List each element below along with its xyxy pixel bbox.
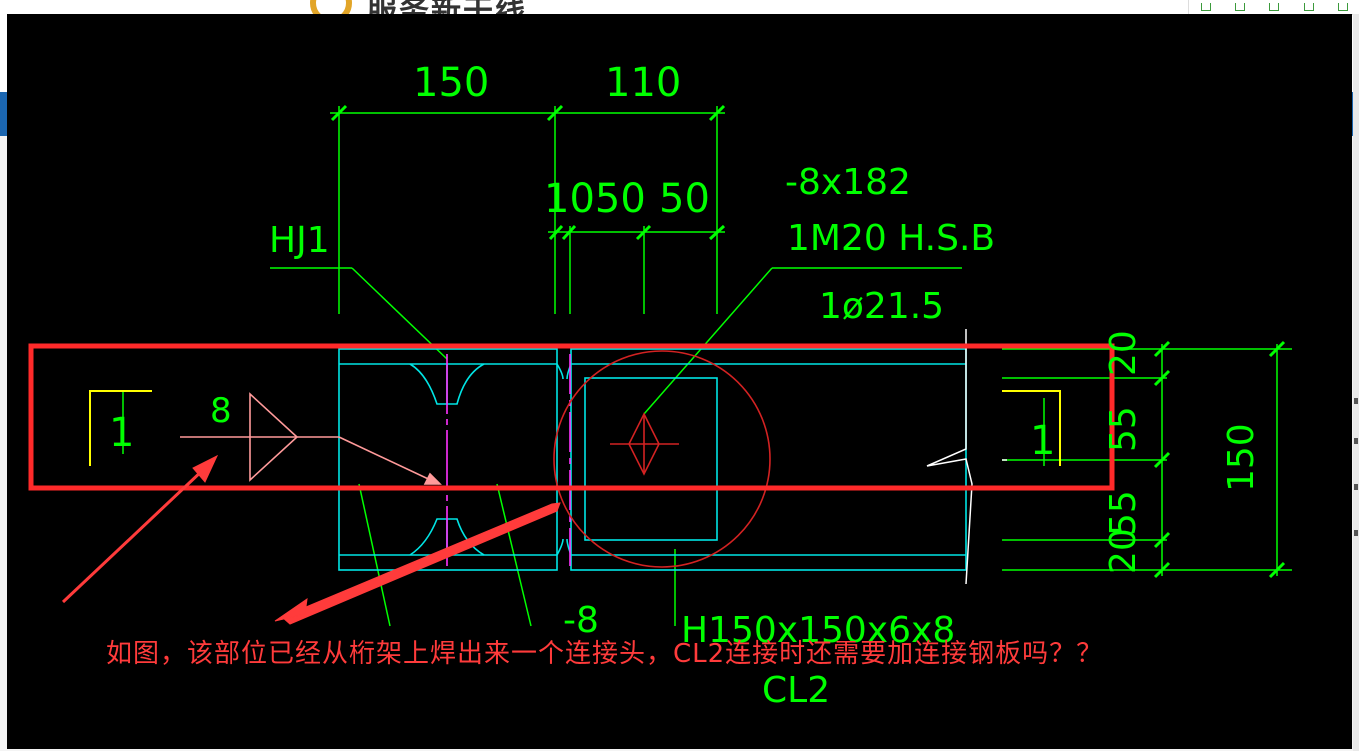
truss-label: HJ1 bbox=[269, 220, 330, 261]
beam-name: CL2 bbox=[762, 670, 830, 711]
download-icon[interactable] bbox=[1269, 3, 1280, 11]
plate-label: -8x182 bbox=[785, 162, 911, 203]
dim-right-20-bottom: 20 bbox=[1103, 528, 1144, 574]
viewer-toolbar bbox=[1188, 0, 1359, 15]
save-icon[interactable] bbox=[1201, 3, 1212, 11]
edge-marker bbox=[1354, 398, 1358, 404]
edge-marker bbox=[1354, 484, 1358, 490]
section-mark-left: 1 bbox=[109, 410, 134, 456]
section-mark-right: 1 bbox=[1030, 418, 1055, 464]
question-note: 如图，该部位已经从桁架上焊出来一个连接头，CL2连接时还需要加连接钢板吗？？ bbox=[106, 639, 1104, 669]
expand-icon[interactable] bbox=[1235, 3, 1246, 11]
dim-right-55-top: 55 bbox=[1103, 406, 1144, 452]
weld-size: 8 bbox=[210, 391, 232, 431]
dim-top-right: 110 bbox=[605, 60, 681, 106]
bolt-label: 1M20 H.S.B bbox=[787, 218, 995, 259]
dim-mid-right: 50 bbox=[659, 176, 710, 222]
dim-right-20-top: 20 bbox=[1103, 330, 1144, 376]
edge-marker bbox=[1354, 438, 1358, 444]
share-icon[interactable] bbox=[1303, 3, 1314, 11]
hole-label: 1ø21.5 bbox=[819, 286, 944, 327]
dim-right-total: 150 bbox=[1221, 423, 1262, 492]
settings-icon[interactable] bbox=[1337, 3, 1348, 11]
page-right-edge bbox=[1353, 14, 1359, 751]
dim-top-left: 150 bbox=[413, 60, 489, 106]
dim-mid-left: 1050 bbox=[544, 176, 646, 222]
edge-marker bbox=[1354, 530, 1358, 536]
